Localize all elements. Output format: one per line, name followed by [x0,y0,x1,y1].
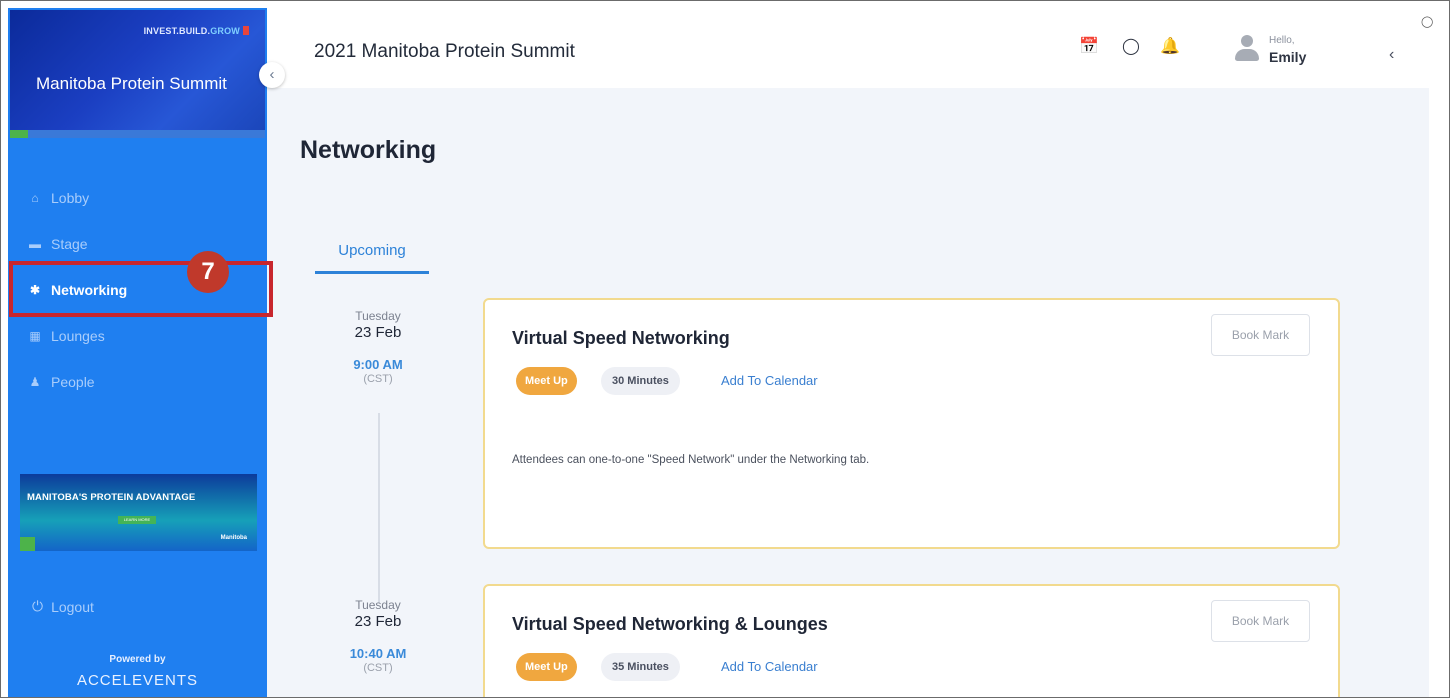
sidebar-item-label: Lobby [51,190,90,206]
session-card[interactable]: Virtual Speed Networking Book Mark Meet … [483,298,1340,549]
logout-label: Logout [51,598,94,615]
event-title: 2021 Manitoba Protein Summit [314,41,575,62]
top-bar: 2021 Manitoba Protein Summit 📅 ◯ 🔔 Hello… [267,8,1429,88]
accelevents-logo: ACCELEVENTS [76,672,199,689]
session-title: Virtual Speed Networking & Lounges [512,614,828,634]
session-description: Attendees can one-to-one "Speed Network"… [512,454,870,466]
session-date-text: 23 Feb [354,324,402,341]
sidebar-item-lobby[interactable]: ⌂ Lobby [28,190,89,206]
annotation-highlight-box [9,261,273,317]
powered-by-label: Powered by [109,654,166,665]
chevron-left-icon[interactable]: ‹ [1389,46,1394,64]
power-icon: ⏻ [32,598,44,614]
bookmark-button[interactable]: Book Mark [1211,600,1310,642]
calendar-icon[interactable]: 📅 [1079,36,1099,56]
session-timezone: (CST) [363,662,393,674]
sidebar-collapse-button[interactable]: ‹ [259,62,285,88]
banner-title: Manitoba Protein Summit [36,74,227,93]
main-content: 2021 Manitoba Protein Summit 📅 ◯ 🔔 Hello… [267,8,1429,697]
session-title: Virtual Speed Networking [512,328,730,348]
sidebar-item-people[interactable]: ♟ People [28,374,95,390]
home-icon: ⌂ [31,191,39,205]
meetup-tag: Meet Up [516,367,577,395]
user-menu[interactable]: Hello, Emily [1225,26,1371,74]
stage-icon: ▬ [29,237,41,251]
annotation-step-badge: 7 [187,251,229,293]
ad-title: MANITOBA'S PROTEIN ADVANTAGE [27,492,196,503]
sidebar-item-lounges[interactable]: ▦ Lounges [28,328,105,344]
timeline-line [378,413,380,603]
bookmark-button[interactable]: Book Mark [1211,314,1310,356]
session-date-text: 23 Feb [354,613,402,630]
session-day: Tuesday [355,309,401,323]
user-greeting: Hello, [1269,35,1295,46]
sidebar-item-label: Lounges [51,328,105,344]
sidebar-item-label: Stage [51,236,88,252]
chat-icon[interactable]: ◯ [1122,36,1140,56]
page-title: Networking [300,136,437,164]
banner-progress-bar [10,130,265,138]
event-banner[interactable]: INVEST.BUILD.GROW Manitoba Protein Summi… [10,10,265,138]
chat-icon[interactable]: ◯ [1421,15,1433,28]
flag-icon [243,26,249,35]
meetup-tag: Meet Up [516,653,577,681]
add-to-calendar-link[interactable]: Add To Calendar [721,373,818,388]
tab-upcoming[interactable]: Upcoming [315,234,429,274]
people-icon: ♟ [29,375,41,389]
ad-logo: Manitoba [220,535,247,541]
session-time: 10:40 AM [349,646,407,661]
ad-corner-mark [20,537,35,551]
session-date: Tuesday 23 Feb 10:40 AM (CST) [308,598,448,674]
lounges-icon: ▦ [29,329,41,343]
app-window: INVEST.BUILD.GROW Manitoba Protein Summi… [0,0,1450,698]
sponsor-ad-banner[interactable]: MANITOBA'S PROTEIN ADVANTAGE LEARN MORE … [20,474,257,551]
session-day: Tuesday [355,598,401,612]
chevron-left-icon: ‹ [269,66,275,83]
sidebar-item-stage[interactable]: ▬ Stage [28,236,88,252]
session-card[interactable]: Virtual Speed Networking & Lounges Book … [483,584,1340,697]
session-timezone: (CST) [363,373,393,385]
banner-tagline: INVEST.BUILD.GROW [144,26,249,36]
session-time: 9:00 AM [353,357,403,372]
sidebar-item-label: People [51,374,95,390]
session-date: Tuesday 23 Feb 9:00 AM (CST) [308,309,448,385]
logout-button[interactable]: ⏻ Logout [32,598,94,615]
duration-tag: 30 Minutes [601,367,680,395]
bell-icon[interactable]: 🔔 [1160,36,1180,56]
sidebar: INVEST.BUILD.GROW Manitoba Protein Summi… [8,8,267,697]
user-name: Emily [1269,49,1307,65]
ad-learn-more-button[interactable]: LEARN MORE [118,516,156,524]
duration-tag: 35 Minutes [601,653,680,681]
add-to-calendar-link[interactable]: Add To Calendar [721,659,818,674]
avatar [1233,34,1261,66]
